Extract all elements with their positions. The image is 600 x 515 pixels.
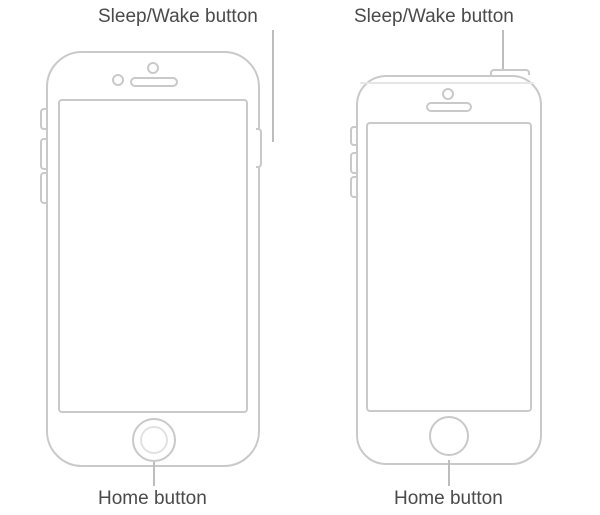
phone-left-sensor-dot	[112, 74, 124, 86]
label-sleep-wake-right: Sleep/Wake button	[354, 6, 514, 28]
phone-left-volume-down-button	[40, 172, 46, 204]
phone-right-earpiece	[426, 102, 472, 112]
phone-left-volume-up-button	[40, 138, 46, 170]
phone-left-home-button-ring	[140, 426, 168, 454]
leader-home-right	[448, 460, 450, 486]
label-sleep-wake-left: Sleep/Wake button	[98, 6, 258, 28]
phone-left-earpiece	[130, 77, 178, 87]
phone-right-home-button	[429, 416, 469, 456]
leader-sleep-wake-right	[502, 30, 504, 70]
diagram-stage: Sleep/Wake button Sleep/Wake button Home…	[0, 0, 600, 515]
phone-right-volume-down-button	[350, 176, 356, 198]
phone-right-top-rim	[360, 82, 534, 84]
label-home-right: Home button	[394, 488, 503, 510]
phone-right-volume-up-button	[350, 152, 356, 174]
phone-left-mute-switch	[40, 108, 46, 130]
leader-home-left	[153, 462, 155, 486]
phone-left-camera-dot	[147, 62, 159, 74]
label-home-left: Home button	[98, 488, 207, 510]
leader-sleep-wake-left	[272, 30, 274, 142]
phone-right-screen	[366, 122, 532, 412]
phone-right-camera-dot	[442, 88, 454, 100]
phone-left-sleep-wake-button	[256, 128, 262, 168]
phone-right-mute-switch	[350, 126, 356, 146]
phone-left-screen	[58, 99, 248, 413]
phone-right-sleep-wake-button	[490, 69, 530, 75]
